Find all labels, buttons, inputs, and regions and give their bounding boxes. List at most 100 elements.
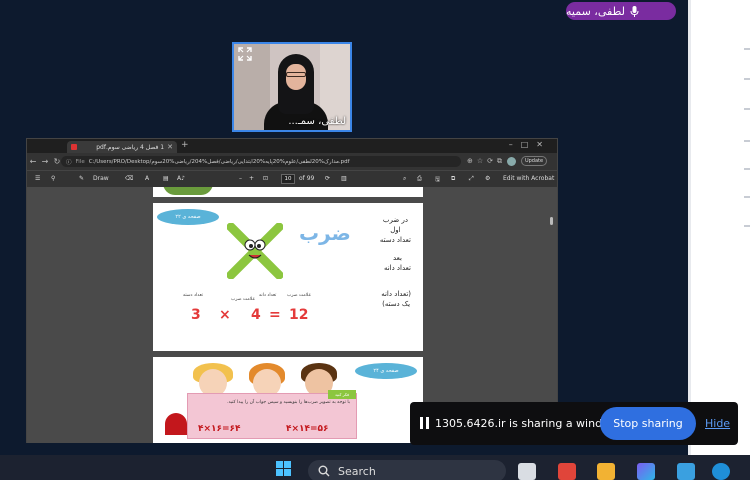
save-icon[interactable]: 🖫 xyxy=(435,175,440,185)
video-tile[interactable]: لطفی، سمـ... xyxy=(232,42,352,132)
window-mark xyxy=(744,108,750,110)
exercise-answer-right: ۴×۱۴=۵۶ xyxy=(286,424,329,434)
task-view-icon[interactable] xyxy=(518,463,536,480)
rotate-icon[interactable]: ⟳ xyxy=(325,175,330,182)
new-tab-icon[interactable]: + xyxy=(181,140,189,150)
tab-pdf[interactable]: 1 فصل 4 ریاضی سوم.pdf ✕ xyxy=(67,141,177,153)
window-controls[interactable]: –□✕ xyxy=(509,140,551,149)
avatar[interactable] xyxy=(507,157,516,166)
page-number-badge: صفحه ی ۲۴ xyxy=(355,363,417,379)
window-mark xyxy=(744,225,750,227)
address-bar: ← → ↻ ⓘ File C:/Users/PRO/Desktop/مدارک%… xyxy=(27,153,557,170)
search-icon[interactable]: ⌕ xyxy=(403,175,406,183)
draw-button[interactable]: Draw xyxy=(93,175,109,182)
eraser-icon[interactable]: ⌫ xyxy=(125,175,133,182)
rule-line: اول xyxy=(390,226,401,234)
video-participant-name: لطفی، سمـ... xyxy=(288,116,346,127)
rule-line: بعد xyxy=(392,254,402,262)
equation-factor-a: 3 xyxy=(191,307,201,323)
highlight-icon[interactable]: ✎ xyxy=(79,175,84,182)
window-mark xyxy=(744,140,750,142)
pdf-icon xyxy=(71,144,77,150)
microphone-icon xyxy=(630,5,639,17)
forward-icon[interactable]: → xyxy=(39,157,51,166)
page-decoration xyxy=(165,413,187,435)
tab-label: 1 فصل 4 ریاضی سوم.pdf xyxy=(96,143,165,151)
windows-start-icon[interactable] xyxy=(276,461,291,476)
label-multiply-sign: علامت ضرب xyxy=(231,297,256,302)
pdf-page: صفحه ی ۲۲ ضرب در ضرب اول تعداد دسته بعد … xyxy=(153,203,423,351)
zoom-in-icon[interactable]: + xyxy=(249,175,254,182)
rule-text-3: (تعداد دانه یک دسته) xyxy=(381,289,411,309)
fit-page-icon[interactable]: ⊡ xyxy=(263,175,268,182)
filter-icon[interactable]: ⚲ xyxy=(51,175,55,182)
label-multiply-sign-2: علامت ضرب xyxy=(287,293,312,298)
update-button[interactable]: Update xyxy=(521,156,547,166)
edge-browser-icon[interactable] xyxy=(712,463,730,480)
url-field[interactable]: ⓘ File C:/Users/PRO/Desktop/مدارک%20لطفی… xyxy=(61,156,461,167)
tab-bar: 1 فصل 4 ریاضی سوم.pdf ✕ + –□✕ xyxy=(27,139,557,153)
page-illustration xyxy=(163,187,213,195)
window-mark xyxy=(744,48,750,50)
window-mark xyxy=(744,196,750,198)
equation-factor-b: 4 xyxy=(251,307,261,323)
reader-icon[interactable]: ▤ xyxy=(163,175,169,182)
exercise-card: فکر کنید با توجه به تصویر ضرب‌ها را بنوی… xyxy=(187,390,357,439)
rule-text-2: بعد تعداد دانه xyxy=(384,253,411,273)
pdf-page xyxy=(153,187,423,197)
window-mark xyxy=(744,78,750,80)
contents-icon[interactable]: ☰ xyxy=(35,175,40,182)
exercise-tag: فکر کنید xyxy=(328,390,356,399)
page-view-icon[interactable]: ▥ xyxy=(341,175,347,182)
save-as-icon[interactable]: ⧉ xyxy=(451,175,455,183)
acrobat-button[interactable]: Edit with Acrobat xyxy=(503,175,554,182)
expand-icon[interactable] xyxy=(238,47,252,61)
zoom-out-icon[interactable]: – xyxy=(239,175,242,182)
taskbar: Search xyxy=(0,455,750,480)
participant-name: لطفی، سمیه xyxy=(566,4,625,18)
info-icon: ⓘ xyxy=(66,159,72,166)
settings-icon[interactable]: ⚙ xyxy=(485,175,490,182)
sharing-status-text: 1305.6426.ir is sharing a window. xyxy=(435,417,621,430)
background-window xyxy=(688,0,750,455)
search-label: Search xyxy=(338,464,376,478)
scrollbar-thumb[interactable] xyxy=(550,217,553,225)
participant-badge[interactable]: لطفی، سمیه xyxy=(566,2,676,20)
label-count-items: تعداد دانه xyxy=(259,293,277,298)
window-edge xyxy=(688,0,691,455)
close-icon[interactable]: ✕ xyxy=(167,143,173,151)
read-aloud-icon[interactable]: A♪ xyxy=(177,175,185,182)
screen-share-bar: 1305.6426.ir is sharing a window. Stop s… xyxy=(410,402,738,445)
stop-sharing-button[interactable]: Stop sharing xyxy=(600,407,696,440)
file-explorer-icon[interactable] xyxy=(597,463,615,480)
shared-browser-window: 1 فصل 4 ریاضی سوم.pdf ✕ + –□✕ ← → ↻ ⓘ Fi… xyxy=(26,138,558,443)
url-text: C:/Users/PRO/Desktop/مدارک%20لطفی/علوم%2… xyxy=(88,158,350,165)
hide-link[interactable]: Hide xyxy=(705,417,730,430)
print-icon[interactable]: ⎙ xyxy=(417,175,422,183)
copilot-icon[interactable] xyxy=(637,463,655,480)
address-bar-icons[interactable]: ⊕☆⟳⧉ xyxy=(467,157,506,166)
multiply-x-illustration xyxy=(227,223,283,279)
person-glasses xyxy=(286,72,306,77)
search-icon xyxy=(318,465,330,477)
page-title: ضرب xyxy=(299,221,351,245)
label-count-groups: تعداد دسته xyxy=(183,293,204,298)
window-mark xyxy=(744,168,750,170)
exercise-answer-left: ۴×۱۶=۶۴ xyxy=(198,424,241,434)
app-icon[interactable] xyxy=(558,463,576,480)
exercise-text: با توجه به تصویر ضرب‌ها را بنویسید و سپس… xyxy=(227,400,350,405)
store-icon[interactable] xyxy=(677,463,695,480)
back-icon[interactable]: ← xyxy=(27,157,39,166)
text-icon[interactable]: A xyxy=(145,175,149,182)
pause-icon[interactable] xyxy=(420,417,429,429)
equation-equals: = xyxy=(269,307,281,323)
fullscreen-icon[interactable]: ⤢ xyxy=(469,175,474,183)
page-total: of 99 xyxy=(299,175,315,182)
rule-text-1: در ضرب اول تعداد دسته xyxy=(380,215,411,245)
rule-line: تعداد دسته xyxy=(379,236,411,244)
page-number-input[interactable]: 10 xyxy=(281,174,295,184)
rule-line: تعداد دانه xyxy=(383,264,411,272)
rule-line: در ضرب xyxy=(382,216,408,224)
taskbar-search[interactable]: Search xyxy=(308,460,506,480)
rule-line: (تعداد دانه xyxy=(381,290,411,298)
